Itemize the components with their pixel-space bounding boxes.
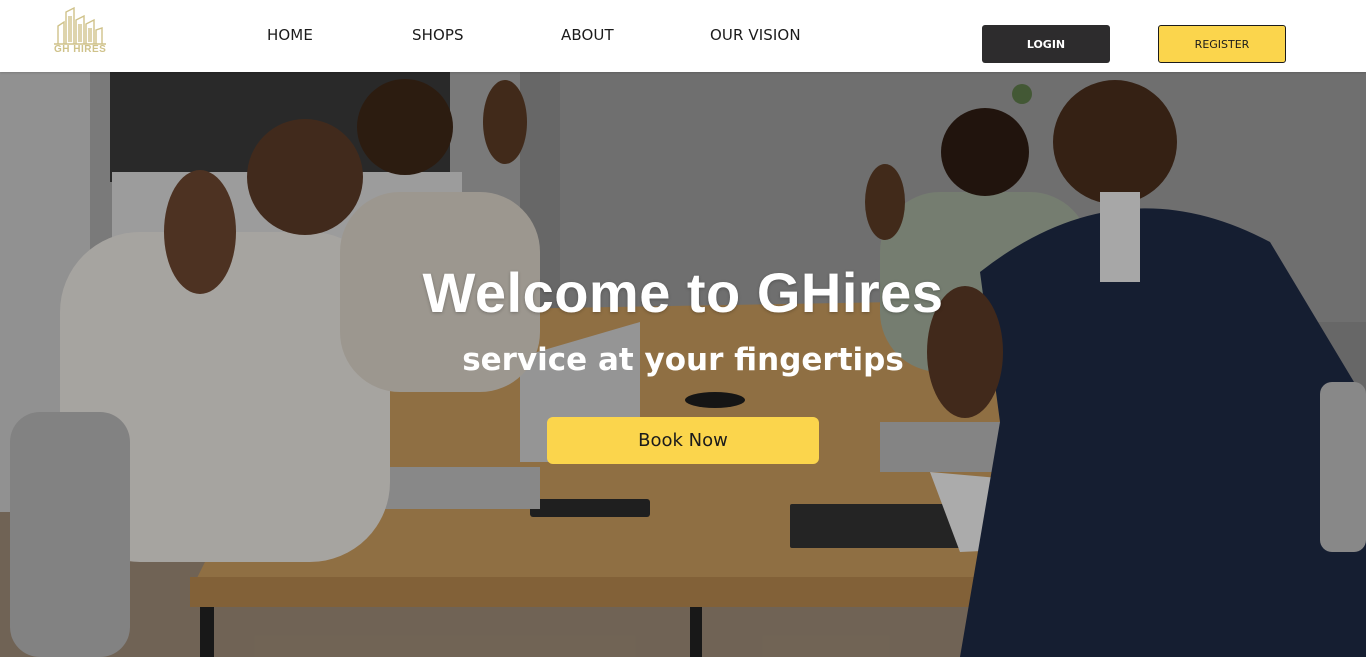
register-button[interactable]: REGISTER <box>1158 25 1286 63</box>
nav-about[interactable]: ABOUT <box>561 26 614 44</box>
nav-home[interactable]: HOME <box>267 26 313 44</box>
hero-section: Welcome to GHires service at your finger… <box>0 72 1366 657</box>
login-button[interactable]: LOGIN <box>982 25 1110 63</box>
nav-shops[interactable]: SHOPS <box>412 26 464 44</box>
top-navbar: GH HIRES HOME SHOPS ABOUT OUR VISION LOG… <box>0 0 1366 72</box>
hero-title: Welcome to GHires <box>422 261 944 324</box>
book-now-button[interactable]: Book Now <box>547 417 819 464</box>
hero-subtitle: service at your fingertips <box>462 342 904 378</box>
brand-logo-text: GH HIRES <box>54 44 107 55</box>
nav-our-vision[interactable]: OUR VISION <box>710 26 801 44</box>
